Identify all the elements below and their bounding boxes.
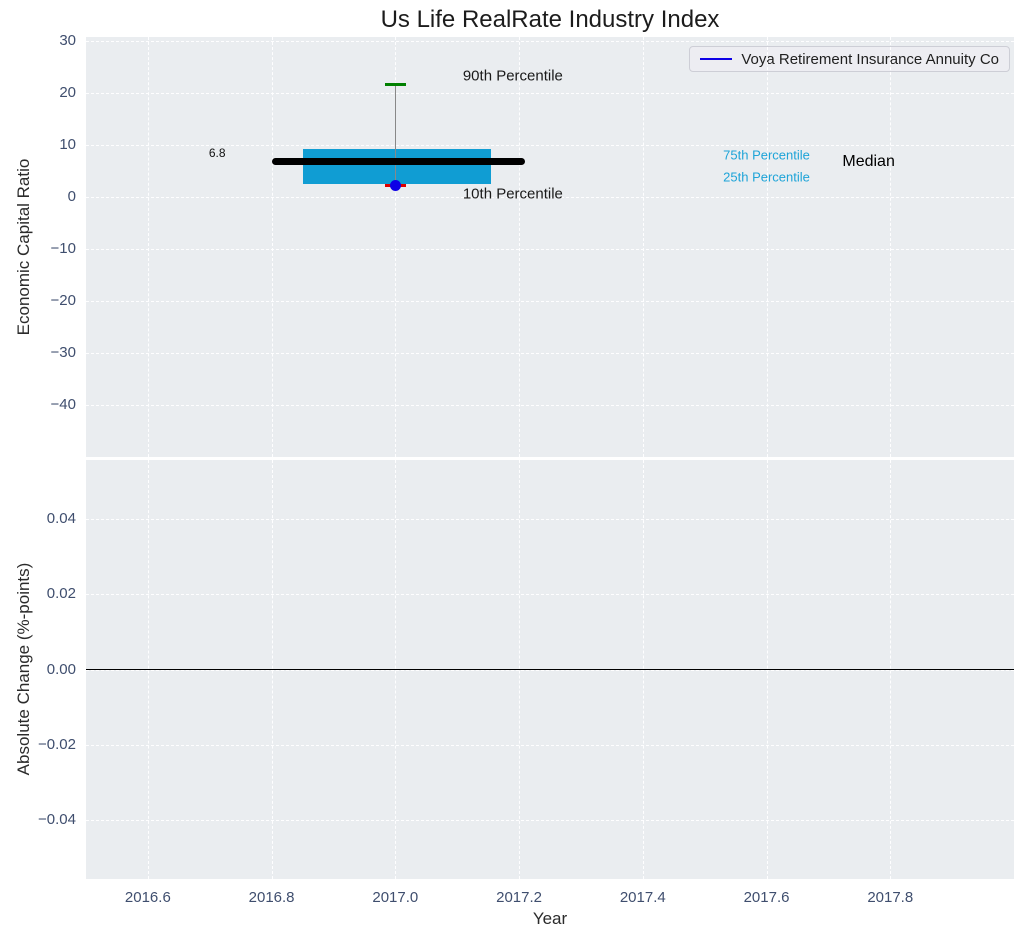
gridline-vertical [272,37,273,457]
x-tick-label: 2016.8 [227,889,317,907]
x-tick-label: 2017.8 [845,889,935,907]
x-axis-label: Year [86,909,1014,929]
gridline-vertical [890,37,891,457]
legend: Voya Retirement Insurance Annuity Co [689,46,1010,72]
gridline-horizontal [86,301,1014,302]
y-tick-label: 0.02 [0,585,76,603]
gridline-horizontal [86,249,1014,250]
boxplot-whisker-line [395,84,397,185]
annotation-10th-percentile: 10th Percentile [463,185,563,202]
y-tick-label: −0.02 [0,736,76,754]
gridline-horizontal [86,353,1014,354]
boxplot-median-line [272,158,526,165]
y-tick-label: −10 [0,240,76,258]
legend-label: Voya Retirement Insurance Annuity Co [741,51,999,68]
gridline-horizontal [86,820,1014,821]
chart-title: Us Life RealRate Industry Index [86,6,1014,34]
gridline-horizontal [86,41,1014,42]
gridline-vertical [148,37,149,457]
gridline-horizontal [86,519,1014,520]
y-tick-label: −0.04 [0,811,76,829]
x-tick-label: 2017.2 [474,889,564,907]
boxplot-iqr-box [303,149,492,184]
figure: Us Life RealRate Industry Index Economic… [0,0,1025,940]
zero-line [86,669,1014,671]
gridline-horizontal [86,405,1014,406]
boxplot-p90-cap [385,83,406,86]
gridline-vertical [643,37,644,457]
top-plot-area: Voya Retirement Insurance Annuity Co 90t… [86,37,1014,457]
y-tick-label: 0.04 [0,510,76,528]
x-tick-label: 2016.6 [103,889,193,907]
gridline-horizontal [86,594,1014,595]
gridline-horizontal [86,93,1014,94]
annotation-25th-percentile: 25th Percentile [723,169,810,184]
x-tick-label: 2017.4 [598,889,688,907]
y-tick-label: −40 [0,396,76,414]
legend-line-icon [700,58,732,60]
y-tick-label: 0 [0,188,76,206]
annotation-6-8: 6.8 [209,146,226,160]
y-tick-label: 10 [0,136,76,154]
annotation-75th-percentile: 75th Percentile [723,147,810,162]
y-tick-label: −20 [0,292,76,310]
gridline-vertical [519,37,520,457]
x-tick-label: 2017.6 [722,889,812,907]
y-tick-label: 20 [0,84,76,102]
company-data-point [390,180,401,191]
annotation-90th-percentile: 90th Percentile [463,67,563,84]
y-tick-label: −30 [0,344,76,362]
y-tick-label: 30 [0,32,76,50]
gridline-horizontal [86,745,1014,746]
bottom-plot-area [86,460,1014,879]
y-tick-label: 0.00 [0,661,76,679]
gridline-vertical [767,37,768,457]
x-tick-label: 2017.0 [350,889,440,907]
annotation-median: Median [842,153,894,171]
